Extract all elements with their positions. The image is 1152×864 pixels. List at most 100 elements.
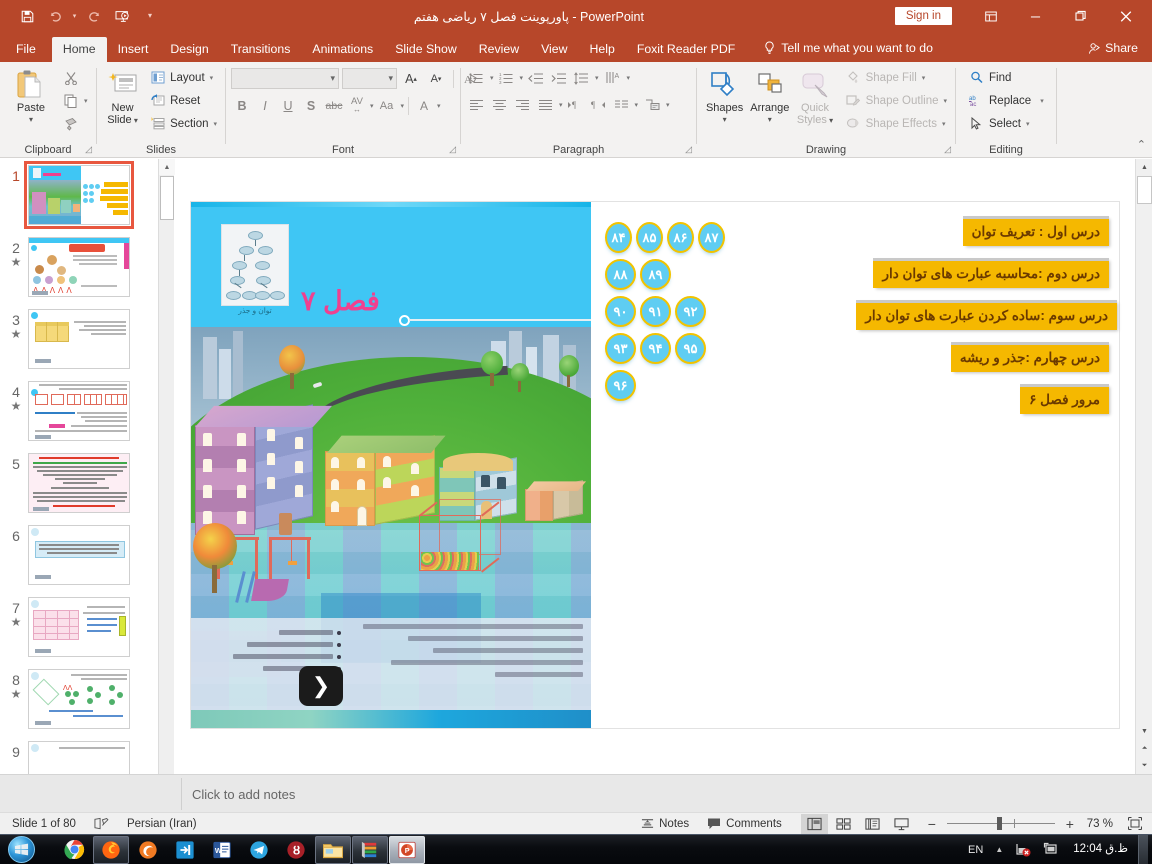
thumbnail-panel-scrollbar[interactable]: ▲ ▼ [158, 159, 175, 811]
layout-dropdown-icon[interactable]: ▾ [210, 74, 214, 82]
page-badge[interactable]: ۸۶ [667, 222, 694, 253]
show-desktop-button[interactable] [1138, 834, 1148, 864]
tab-foxit-reader-pdf[interactable]: Foxit Reader PDF [626, 37, 746, 62]
tab-view[interactable]: View [530, 37, 578, 62]
slide-sorter-view-button[interactable] [830, 814, 857, 834]
bullets-button[interactable] [466, 68, 487, 88]
accessibility-icon[interactable] [85, 813, 118, 835]
language-indicator[interactable]: Persian (Iran) [118, 813, 206, 835]
page-badge[interactable]: ۸۹ [640, 259, 671, 290]
undo-icon[interactable] [42, 4, 68, 28]
numbering-dropdown-icon[interactable]: ▾ [520, 74, 524, 82]
page-badge[interactable]: ۸۵ [636, 222, 663, 253]
page-badge[interactable]: ۹۴ [640, 333, 671, 364]
align-center-button[interactable] [489, 95, 510, 115]
page-badge[interactable]: ۹۳ [605, 333, 636, 364]
lesson-item[interactable]: مرور فصل ۶ [1020, 384, 1109, 414]
line-spacing-dropdown-icon[interactable]: ▾ [595, 74, 599, 82]
lesson-item[interactable]: درس اول : تعریف توان [962, 216, 1109, 246]
font-color-button[interactable]: A [413, 95, 435, 116]
justify-dropdown-icon[interactable]: ▾ [559, 101, 563, 109]
next-arrow-button[interactable]: ❯ [299, 666, 343, 706]
thumbnail-item[interactable]: 6 [0, 519, 158, 591]
font-color-dropdown-icon[interactable]: ▾ [437, 102, 441, 110]
minimize-button[interactable] [1013, 0, 1058, 32]
format-painter-button[interactable] [59, 112, 91, 135]
strikethrough-button[interactable]: abc [323, 95, 345, 116]
start-button[interactable] [0, 835, 42, 864]
zoom-out-button[interactable]: − [925, 816, 939, 832]
zoom-track[interactable] [946, 817, 1055, 830]
tab-home[interactable]: Home [51, 36, 107, 62]
paragraph-dialog-launcher-icon[interactable]: ◿ [685, 144, 692, 155]
customize-qat-icon[interactable]: ▾ [137, 4, 163, 28]
next-slide-icon[interactable]: ⏷ [1136, 757, 1152, 774]
page-badge[interactable]: ۸۴ [605, 222, 632, 253]
clipboard-dialog-launcher-icon[interactable]: ◿ [85, 144, 92, 155]
thumbnail-item[interactable]: 2 ★ ΛΛΛΛΛ [0, 231, 158, 303]
save-icon[interactable] [14, 4, 40, 28]
thumbnail-preview[interactable] [28, 597, 130, 657]
taskbar-word-icon[interactable]: W [204, 836, 240, 864]
start-slideshow-icon[interactable] [109, 4, 135, 28]
notes-placeholder[interactable]: Click to add notes [181, 778, 1131, 810]
tab-help[interactable]: Help [579, 37, 626, 62]
shape-outline-button[interactable]: Shape Outline ▾ [842, 89, 950, 112]
bullets-dropdown-icon[interactable]: ▾ [490, 74, 494, 82]
thumbnail-preview[interactable] [28, 453, 130, 513]
scrollbar-thumb[interactable] [160, 176, 174, 220]
sign-in-button[interactable]: Sign in [894, 7, 952, 25]
zoom-slider[interactable]: − + [921, 816, 1081, 832]
lesson-item[interactable]: درس سوم :ساده کردن عبارت های توان دار [856, 300, 1117, 330]
tab-design[interactable]: Design [159, 37, 219, 62]
share-button[interactable]: Share [1077, 35, 1152, 62]
font-name-input[interactable]: ▾ [231, 68, 339, 89]
zoom-handle[interactable] [996, 817, 1002, 830]
bold-button[interactable]: B [231, 95, 253, 116]
taskbar-powerpoint-icon[interactable]: P [389, 835, 425, 864]
columns-button[interactable] [611, 95, 632, 115]
change-case-button[interactable]: Aa [375, 95, 399, 116]
convert-to-smartart-button[interactable] [642, 95, 663, 115]
thumbnail-item[interactable]: 1 [0, 159, 158, 231]
line-spacing-button[interactable] [571, 68, 592, 88]
align-left-button[interactable] [466, 95, 487, 115]
text-shadow-button[interactable]: S [300, 95, 322, 116]
layout-button[interactable]: Layout ▾ [146, 66, 220, 89]
font-dialog-launcher-icon[interactable]: ◿ [449, 144, 456, 155]
ltr-direction-button[interactable]: ¶ [565, 95, 586, 115]
increase-indent-button[interactable] [548, 68, 569, 88]
drawing-dialog-launcher-icon[interactable]: ◿ [944, 144, 951, 155]
fit-slide-to-window-button[interactable] [1119, 813, 1152, 835]
align-right-button[interactable] [512, 95, 533, 115]
thumbnail-item[interactable]: 4 ★ [0, 375, 158, 447]
page-badge[interactable]: ۹۵ [675, 333, 706, 364]
character-spacing-dropdown-icon[interactable]: ▾ [370, 102, 374, 110]
thumbnail-preview[interactable] [28, 309, 130, 369]
thumbnail-preview[interactable]: ΛΛΛΛΛ [28, 237, 130, 297]
thumbnail-preview[interactable] [28, 381, 130, 441]
arrange-button[interactable]: Arrange ▾ [747, 66, 792, 124]
change-case-dropdown-icon[interactable]: ▾ [401, 102, 405, 110]
copy-button[interactable]: ▾ [59, 89, 91, 112]
network-status-icon[interactable] [1010, 842, 1036, 857]
select-button[interactable]: Select ▾ [965, 112, 1047, 135]
taskbar-telegram-icon[interactable] [241, 836, 277, 864]
shape-effects-button[interactable]: Shape Effects ▾ [842, 112, 950, 135]
italic-button[interactable]: I [254, 95, 276, 116]
replace-dropdown-icon[interactable]: ▾ [1040, 97, 1044, 105]
paste-dropdown-icon[interactable]: ▾ [29, 115, 33, 124]
shapes-button[interactable]: Shapes ▾ [702, 66, 747, 124]
find-button[interactable]: Find [965, 66, 1047, 89]
quick-styles-button[interactable]: Quick Styles ▾ [792, 66, 837, 126]
thumbnail-item[interactable]: 5 [0, 447, 158, 519]
page-badge[interactable]: ۹۲ [675, 296, 706, 327]
tab-transitions[interactable]: Transitions [220, 37, 302, 62]
select-dropdown-icon[interactable]: ▾ [1026, 120, 1030, 128]
tab-insert[interactable]: Insert [107, 37, 160, 62]
redo-icon[interactable] [81, 4, 107, 28]
comments-button[interactable]: Comments [698, 813, 791, 835]
slide-counter[interactable]: Slide 1 of 80 [0, 813, 85, 835]
character-spacing-button[interactable]: AV ↔ [346, 95, 368, 116]
page-badge[interactable]: ۹۰ [605, 296, 636, 327]
